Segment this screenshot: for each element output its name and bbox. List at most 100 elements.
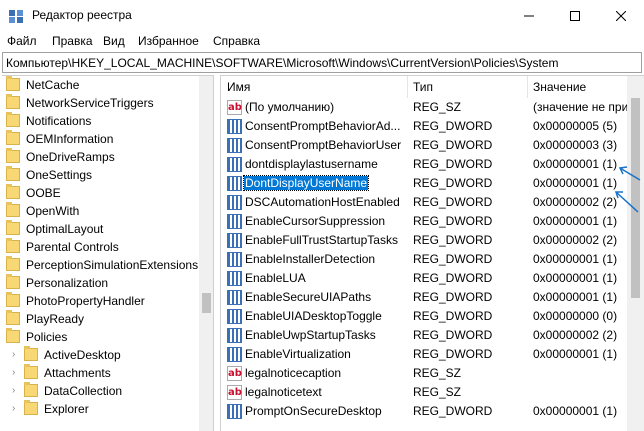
value-data: (значение не при xyxy=(533,100,629,114)
tree-item-label: OOBE xyxy=(26,186,61,200)
tree-scrollbar-thumb[interactable] xyxy=(202,293,211,313)
value-row[interactable]: EnableUwpStartupTasks REG_DWORD 0x00000002… xyxy=(221,326,629,345)
key-tree-pane[interactable]: NetCache NetworkServiceTriggers Notificati… xyxy=(2,75,214,431)
value-type: REG_SZ xyxy=(413,100,462,114)
menu-file[interactable]: Файл xyxy=(7,34,37,48)
value-row[interactable]: ConsentPromptBehaviorAd... REG_DWORD 0x000… xyxy=(221,117,629,136)
value-row[interactable]: EnableLUA REG_DWORD 0x00000001 (1) xyxy=(221,269,629,288)
value-name: DSCAutomationHostEnabled xyxy=(245,195,400,209)
value-row[interactable]: EnableSecureUIAPaths REG_DWORD 0x00000001 … xyxy=(221,288,629,307)
value-data: 0x00000002 (2) xyxy=(533,233,618,247)
value-row[interactable]: ab legalnoticetext REG_SZ xyxy=(221,383,629,402)
value-name: (По умолчанию) xyxy=(245,100,335,114)
menu-view[interactable]: Вид xyxy=(103,34,125,48)
folder-icon xyxy=(6,76,20,91)
value-data: 0x00000001 (1) xyxy=(533,271,618,285)
dword-value-icon xyxy=(227,347,242,362)
tree-item-label: Policies xyxy=(26,330,68,344)
dword-value-icon xyxy=(227,271,242,286)
value-row[interactable]: ab (По умолчанию) REG_SZ (значение не при xyxy=(221,98,629,117)
values-list-pane[interactable]: Имя Тип Значение ab (По умолчанию) REG_SZ (… xyxy=(220,75,644,431)
value-row[interactable]: EnableCursorSuppression REG_DWORD 0x000000… xyxy=(221,212,629,231)
value-name: dontdisplaylastusername xyxy=(245,157,378,171)
title-bar: Редактор реестра xyxy=(0,0,644,31)
folder-icon xyxy=(6,94,20,109)
address-bar[interactable]: Компьютер\HKEY_LOCAL_MACHINE\SOFTWARE\Mi… xyxy=(2,52,642,73)
value-type: REG_DWORD xyxy=(413,271,493,285)
dword-value-icon xyxy=(227,138,242,153)
menu-help[interactable]: Справка xyxy=(213,34,260,48)
arrow-line xyxy=(615,191,639,213)
value-row[interactable]: dontdisplaylastusername REG_DWORD 0x000000… xyxy=(221,155,629,174)
folder-icon xyxy=(6,148,20,163)
menu-edit[interactable]: Правка xyxy=(52,34,93,48)
tree-item-label: OneSettings xyxy=(26,168,93,182)
value-name: ConsentPromptBehaviorUser xyxy=(245,138,402,152)
address-path: Компьютер\HKEY_LOCAL_MACHINE\SOFTWARE\Mi… xyxy=(6,56,559,70)
value-row[interactable]: EnableUIADesktopToggle REG_DWORD 0x0000000… xyxy=(221,307,629,326)
tree-item-label: OEMInformation xyxy=(26,132,114,146)
value-data: 0x00000000 (0) xyxy=(533,309,618,323)
value-data: 0x00000001 (1) xyxy=(533,404,618,418)
value-name: EnableCursorSuppression xyxy=(245,214,386,228)
maximize-button[interactable] xyxy=(552,0,598,31)
folder-icon xyxy=(24,364,38,379)
value-name: EnableInstallerDetection xyxy=(245,252,376,266)
dword-value-icon xyxy=(227,233,242,248)
column-header-type[interactable]: Тип xyxy=(407,76,527,98)
value-row[interactable]: ConsentPromptBehaviorUser REG_DWORD 0x0000… xyxy=(221,136,629,155)
value-type: REG_DWORD xyxy=(413,176,493,190)
tree-item-label: Attachments xyxy=(44,366,111,380)
value-type: REG_SZ xyxy=(413,366,462,380)
regedit-app-icon xyxy=(9,10,23,23)
value-name: legalnoticetext xyxy=(245,385,322,399)
tree-item-label: NetworkServiceTriggers xyxy=(26,96,154,110)
value-row[interactable]: EnableVirtualization REG_DWORD 0x00000001 … xyxy=(221,345,629,364)
value-row[interactable]: ab legalnoticecaption REG_SZ xyxy=(221,364,629,383)
tree-item-label: DataCollection xyxy=(44,384,123,398)
minimize-button[interactable] xyxy=(506,0,552,31)
close-icon xyxy=(616,10,626,21)
value-data: 0x00000001 (1) xyxy=(533,290,618,304)
value-type: REG_DWORD xyxy=(413,119,493,133)
folder-icon xyxy=(6,328,20,343)
expand-chevron-icon[interactable]: › xyxy=(12,349,15,360)
dword-value-icon xyxy=(227,176,242,191)
value-row[interactable]: EnableInstallerDetection REG_DWORD 0x00000… xyxy=(221,250,629,269)
value-type: REG_DWORD xyxy=(413,328,493,342)
value-row[interactable]: PromptOnSecureDesktop REG_DWORD 0x00000001… xyxy=(221,402,629,421)
dword-value-icon xyxy=(227,290,242,305)
value-name: ConsentPromptBehaviorAd... xyxy=(245,119,401,133)
tree-item-label: PhotoPropertyHandler xyxy=(26,294,145,308)
expand-chevron-icon[interactable]: › xyxy=(12,403,15,414)
tree-scrollbar[interactable] xyxy=(199,76,213,431)
folder-icon xyxy=(6,292,20,307)
value-type: REG_DWORD xyxy=(413,252,493,266)
value-row[interactable]: EnableFullTrustStartupTasks REG_DWORD 0x00… xyxy=(221,231,629,250)
close-button[interactable] xyxy=(598,0,644,31)
menu-favorites[interactable]: Избранное xyxy=(138,34,199,48)
list-scrollbar[interactable] xyxy=(627,76,644,431)
folder-icon xyxy=(6,256,20,271)
tree-item-label: Explorer xyxy=(44,402,89,416)
expand-chevron-icon[interactable]: › xyxy=(12,385,15,396)
value-row[interactable]: DontDisplayUserName REG_DWORD 0x00000001 (… xyxy=(221,174,629,193)
folder-icon xyxy=(6,166,20,181)
value-name: DontDisplayUserName xyxy=(242,175,370,191)
value-row[interactable]: DSCAutomationHostEnabled REG_DWORD 0x00000… xyxy=(221,193,629,212)
string-value-icon: ab xyxy=(227,366,242,381)
dword-value-icon xyxy=(227,328,242,343)
value-name: PromptOnSecureDesktop xyxy=(245,404,382,418)
folder-icon xyxy=(6,274,20,289)
column-header-name[interactable]: Имя xyxy=(221,76,407,98)
column-header-data[interactable]: Значение xyxy=(527,76,627,98)
expand-chevron-icon[interactable]: › xyxy=(12,367,15,378)
tree-item-label: PlayReady xyxy=(26,312,85,326)
value-name: EnableUIADesktopToggle xyxy=(245,309,382,323)
value-name: EnableVirtualization xyxy=(245,347,351,361)
dword-value-icon xyxy=(227,404,242,419)
value-name: EnableLUA xyxy=(245,271,306,285)
tree-item-label: Notifications xyxy=(26,114,92,128)
dword-value-icon xyxy=(227,119,242,134)
value-type: REG_DWORD xyxy=(413,404,493,418)
